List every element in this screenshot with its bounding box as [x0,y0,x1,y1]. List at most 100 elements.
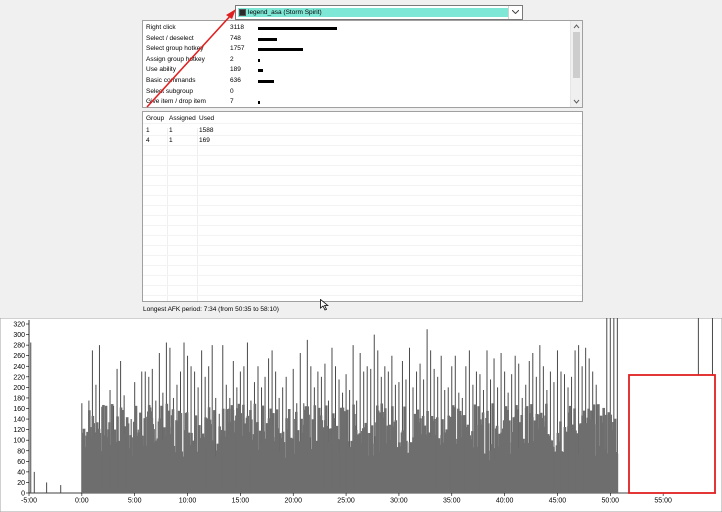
hotkey-name: Use ability [146,66,176,74]
hotkey-row[interactable]: Basic commands 636 [145,76,565,86]
dropdown-arrow-button[interactable] [508,6,522,19]
table-cell: 4 [146,137,150,144]
table-row[interactable] [143,156,582,166]
hotkey-count: 189 [230,66,241,74]
table-header-cell[interactable]: Assigned [169,114,196,124]
y-tick-label: 40 [17,469,25,476]
y-tick-label: 100 [13,438,25,445]
hotkey-name: Select / deselect [146,34,194,42]
hotkey-name: Give item / drop item [146,98,206,106]
hotkey-name: Basic commands [146,77,196,84]
hotkey-count: 3118 [230,24,244,31]
hotkey-count: 0 [230,87,234,95]
table-cell: 1588 [199,127,214,134]
scroll-up-icon[interactable] [573,23,580,30]
x-tick-label: 20:00 [284,498,302,505]
hotkey-usage-bar [258,27,337,30]
hotkey-row[interactable]: Select group hotkey 1757 [145,44,565,54]
player-select-dropdown[interactable]: legend_asa (Storm Spirit) [235,5,523,20]
table-row[interactable] [143,276,582,286]
hotkey-usage-bar [258,101,260,105]
table-row[interactable] [143,206,582,216]
y-tick-label: 280 [13,343,25,350]
hotkey-name: Right click [146,24,176,31]
table-row[interactable] [143,286,582,296]
x-tick-label: 10:00 [179,498,197,505]
table-header-cell[interactable]: Group [146,114,164,124]
x-tick-label: 5:00 [128,498,142,505]
hotkey-row[interactable]: Select / deselect 748 [145,34,565,44]
hotkey-usage-bar [258,48,303,52]
y-tick-label: 220 [13,374,25,381]
x-tick-label: 15:00 [232,498,250,505]
y-tick-label: 160 [13,406,25,413]
table-row[interactable] [143,236,582,246]
hotkey-count: 748 [230,34,241,42]
table-cell: 1 [169,137,173,144]
hotkey-usage-bar [258,80,275,83]
table-cell: 169 [199,137,210,144]
scrollbar-thumb[interactable] [573,32,580,78]
table-row[interactable]: 4 1 169 [143,136,582,146]
y-tick-label: 80 [17,448,25,455]
actions-timeline-chart: 0 20 40 60 80 100 120 140 160 180 200 220 240 260 280 3… [0,318,722,512]
x-tick-label: 35:00 [443,498,461,505]
table-row[interactable] [143,176,582,186]
table-row[interactable] [143,186,582,196]
table-row[interactable] [143,216,582,226]
y-tick-label: 320 [13,322,25,329]
hotkey-row[interactable]: Assign group hotkey 2 [145,55,565,65]
player-select-label: legend_asa (Storm Spirit) [248,8,322,16]
x-tick-label: 55:00 [654,498,672,505]
afk-period-text: Longest AFK period: 7:34 (from 50:35 to … [143,306,279,313]
y-tick-label: 200 [13,385,25,392]
hotkey-count: 1757 [230,45,245,53]
group-hotkey-table[interactable]: Group Assigned Used 1 1 1588 4 1 169 [142,111,583,302]
x-tick-label: 50:00 [602,498,620,505]
table-header-cell[interactable]: Used [199,114,214,124]
table-header-row: Group Assigned Used [143,114,582,124]
hotkey-name: Select subgroup [146,87,193,95]
y-tick-label: 0 [21,491,25,498]
chart-svg: 0 20 40 60 80 100 120 140 160 180 200 220 240 260 280 3… [0,318,722,512]
table-row[interactable] [143,296,582,301]
y-tick-label: 240 [13,364,25,371]
table-row[interactable] [143,226,582,236]
hotkey-stats-list[interactable]: Right click 3118 Select / deselect 748 Selec… [142,20,583,108]
player-select-highlight: legend_asa (Storm Spirit) [238,8,508,17]
table-row[interactable] [143,196,582,206]
chart-bar [615,453,619,493]
scroll-down-icon[interactable] [573,98,580,105]
table-row[interactable] [143,166,582,176]
hotkey-usage-bar [258,58,260,62]
x-tick-label: 45:00 [549,498,567,505]
hotkey-row[interactable]: Select subgroup 0 [145,87,565,97]
hotkey-usage-bar [258,37,277,41]
hotkey-name: Select group hotkey [146,45,204,53]
table-row[interactable] [143,256,582,266]
x-tick-label: 40:00 [496,498,514,505]
table-cell: 1 [146,127,150,134]
x-tick-label: 0:00 [75,498,89,505]
hotkey-row[interactable]: Give item / drop item 7 [145,97,565,107]
chevron-down-icon [512,10,519,14]
hotkey-row[interactable]: Right click 3118 [145,23,565,33]
y-tick-label: 140 [13,417,25,424]
y-tick-label: 260 [13,353,25,360]
y-tick-label: 180 [13,395,25,402]
hotkey-count: 636 [230,77,241,84]
x-tick-label: -5:00 [21,498,37,505]
hero-icon [239,9,246,16]
y-tick-label: 300 [13,332,25,339]
hotkey-row[interactable]: Use ability 189 [145,65,565,75]
x-tick-label: 30:00 [390,498,408,505]
table-cell: 1 [169,127,173,134]
table-row[interactable]: 1 1 1588 [143,126,582,136]
hotkey-list-scrollbar[interactable] [570,21,582,107]
table-row[interactable] [143,266,582,276]
table-row[interactable] [143,246,582,256]
hotkey-count: 7 [230,98,234,106]
y-tick-label: 120 [13,427,25,434]
x-tick-label: 25:00 [337,498,355,505]
table-row[interactable] [143,146,582,156]
